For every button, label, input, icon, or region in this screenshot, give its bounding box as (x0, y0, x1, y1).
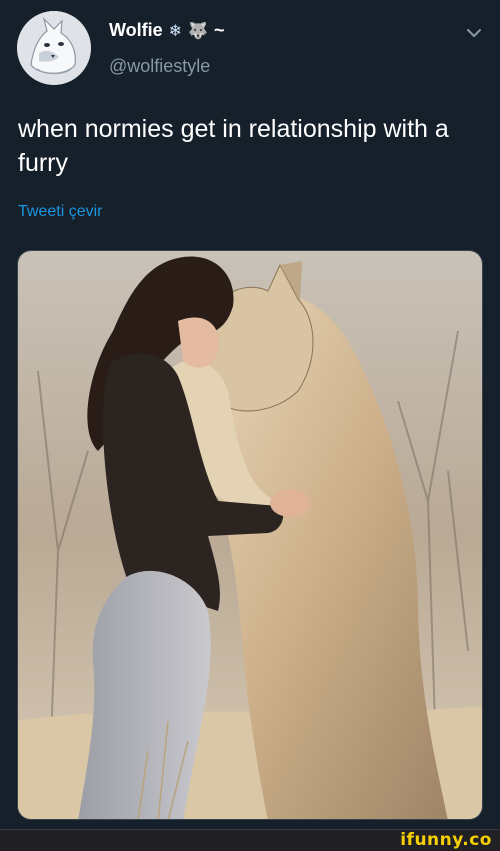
tweet-menu-button[interactable] (464, 26, 484, 40)
display-name-suffix: ~ (214, 20, 225, 40)
user-handle[interactable]: @wolfiestyle (109, 56, 210, 77)
translate-tweet-link[interactable]: Tweeti çevir (18, 203, 102, 221)
display-name[interactable]: Wolfie ❄ 🐺 ~ (109, 20, 225, 41)
ifunny-watermark: ifunny.co (400, 830, 492, 850)
chevron-down-icon (467, 29, 481, 37)
wolf-emoji-icon: 🐺 (188, 21, 208, 40)
wolf-avatar-icon (17, 11, 91, 85)
avatar[interactable] (17, 11, 91, 85)
watermark-bar: ifunny.co (0, 829, 500, 851)
photo-woman-hugging-wolf-icon (18, 251, 482, 819)
snowflake-icon: ❄ (168, 21, 183, 40)
tweet-card: Wolfie ❄ 🐺 ~ @wolfiestyle when normies g… (0, 0, 500, 829)
tweet-media-image[interactable] (17, 250, 483, 820)
display-name-text: Wolfie (109, 20, 163, 40)
tweet-text: when normies get in relationship with a … (18, 115, 449, 177)
